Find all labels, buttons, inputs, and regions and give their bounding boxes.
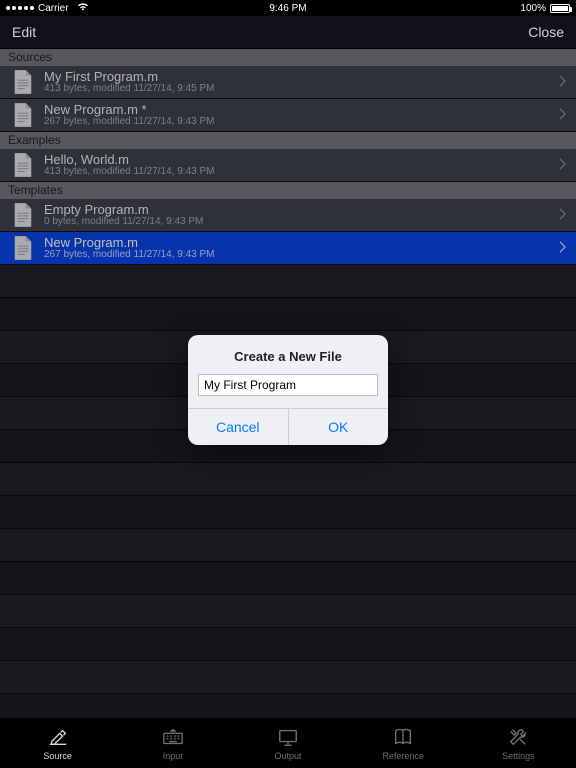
close-button[interactable]: Close bbox=[528, 24, 564, 40]
wifi-icon bbox=[77, 2, 89, 14]
dialog-field bbox=[188, 374, 388, 408]
keyboard-icon bbox=[160, 725, 186, 749]
filename-input[interactable] bbox=[198, 374, 378, 396]
battery-icon bbox=[550, 4, 570, 13]
edit-button[interactable]: Edit bbox=[12, 24, 36, 40]
tab-label: Input bbox=[163, 751, 183, 761]
book-icon bbox=[390, 725, 416, 749]
status-right: 100% bbox=[520, 3, 570, 14]
pen-icon bbox=[45, 725, 71, 749]
status-time: 9:46 PM bbox=[269, 3, 306, 14]
navbar: Edit Close bbox=[0, 16, 576, 49]
tab-output[interactable]: Output bbox=[230, 718, 345, 768]
monitor-icon bbox=[275, 725, 301, 749]
new-file-dialog: Create a New File Cancel OK bbox=[188, 335, 388, 445]
dialog-title: Create a New File bbox=[188, 335, 388, 374]
tab-input[interactable]: Input bbox=[115, 718, 230, 768]
tab-label: Reference bbox=[382, 751, 424, 761]
tab-source[interactable]: Source bbox=[0, 718, 115, 768]
tab-label: Source bbox=[43, 751, 72, 761]
tab-label: Output bbox=[274, 751, 301, 761]
battery-pct: 100% bbox=[520, 3, 546, 14]
tab-bar: Source Input Output Reference Settings bbox=[0, 718, 576, 768]
status-bar: Carrier 9:46 PM 100% bbox=[0, 0, 576, 16]
ok-button[interactable]: OK bbox=[288, 409, 389, 445]
tab-reference[interactable]: Reference bbox=[346, 718, 461, 768]
tools-icon bbox=[505, 725, 531, 749]
tab-settings[interactable]: Settings bbox=[461, 718, 576, 768]
screen: Carrier 9:46 PM 100% Edit Close SourcesM… bbox=[0, 0, 576, 768]
tab-label: Settings bbox=[502, 751, 535, 761]
signal-dots-icon bbox=[6, 6, 34, 10]
status-left: Carrier bbox=[6, 2, 89, 14]
cancel-button[interactable]: Cancel bbox=[188, 409, 288, 445]
dialog-buttons: Cancel OK bbox=[188, 408, 388, 445]
carrier-label: Carrier bbox=[38, 3, 69, 14]
